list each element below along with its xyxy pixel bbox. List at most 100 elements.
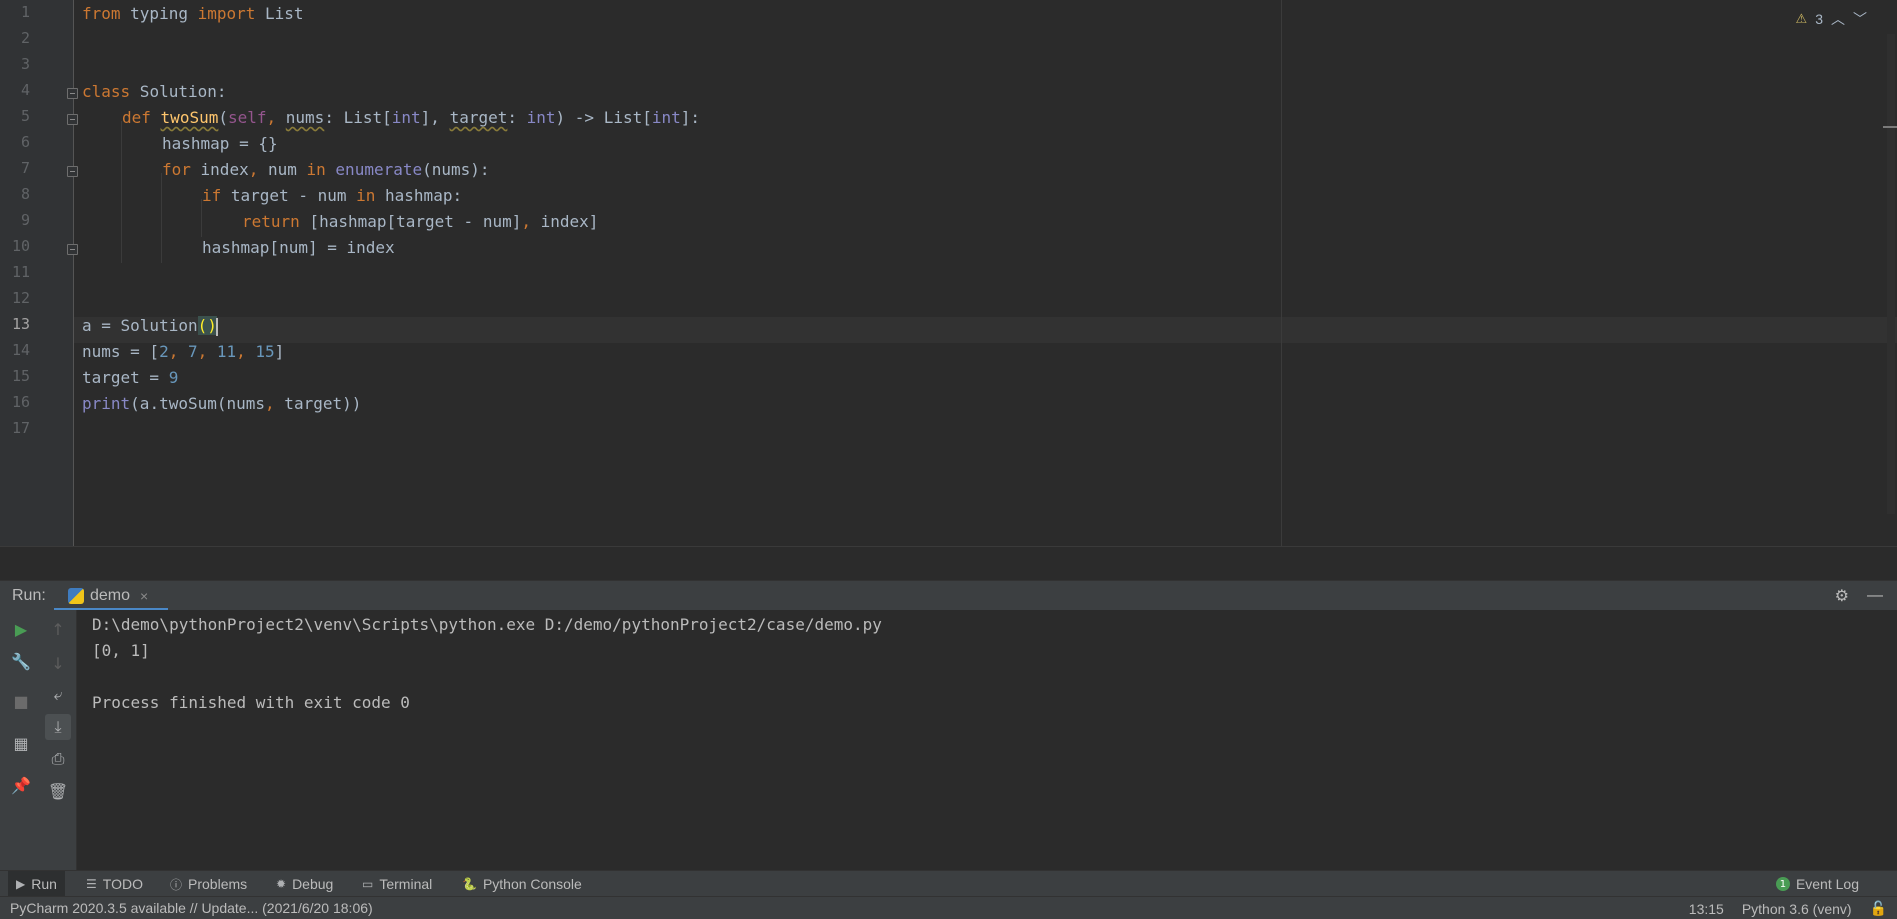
loop-var: num bbox=[258, 160, 307, 179]
type-hint: : List[ bbox=[324, 108, 392, 127]
line-number-gutter: 1 2 3 4 5 6 7 8 9 10 11 12 13 14 15 16 1… bbox=[0, 0, 78, 546]
layout-icon[interactable]: ▦ bbox=[8, 730, 34, 756]
previous-highlight-icon[interactable]: ︿ bbox=[1831, 9, 1845, 29]
import-name: List bbox=[255, 4, 304, 23]
wrench-icon[interactable]: 🔧 bbox=[8, 648, 34, 674]
fold-marker-icon[interactable] bbox=[67, 244, 78, 255]
warning-count: 3 bbox=[1815, 11, 1823, 27]
number: 9 bbox=[168, 368, 179, 387]
run-label: Run: bbox=[12, 587, 46, 604]
assignment: target = bbox=[82, 368, 169, 387]
close-icon[interactable]: × bbox=[140, 588, 148, 604]
tool-tab-python-console[interactable]: 🐍 Python Console bbox=[454, 871, 590, 897]
code-line-14: nums = [2, 7, 11, 15] bbox=[82, 339, 284, 365]
builtin-int: int bbox=[526, 108, 556, 127]
number: 15 bbox=[255, 342, 275, 361]
return-hint: ) -> List[ bbox=[555, 108, 652, 127]
line-number: 16 bbox=[11, 393, 30, 411]
line-number: 14 bbox=[11, 341, 30, 359]
update-notification[interactable]: PyCharm 2020.3.5 available // Update... … bbox=[10, 900, 373, 916]
keyword-class: class bbox=[82, 82, 131, 101]
rerun-play-icon[interactable]: ▶ bbox=[8, 616, 34, 642]
line-number: 15 bbox=[11, 367, 30, 385]
caret-position[interactable]: 13:15 bbox=[1689, 901, 1724, 917]
console-line: D:\demo\pythonProject2\venv\Scripts\pyth… bbox=[92, 615, 882, 634]
call-args: target)) bbox=[274, 394, 362, 413]
keyword-if: if bbox=[202, 186, 222, 205]
tool-tab-todo[interactable]: ☰ TODO bbox=[78, 871, 151, 897]
lock-icon[interactable]: 🔓 bbox=[1870, 900, 1887, 917]
call-args: (a.twoSum(nums bbox=[130, 394, 266, 413]
tool-tab-problems[interactable]: ⓘ Problems bbox=[162, 871, 255, 897]
event-log-button[interactable]: 1 Event Log bbox=[1775, 871, 1859, 897]
right-margin-guide bbox=[1281, 0, 1282, 546]
type-hint: ], bbox=[420, 108, 450, 127]
tool-tab-label: Run bbox=[31, 876, 57, 892]
scroll-to-end-icon[interactable]: ⤓ bbox=[45, 714, 71, 740]
scrollbar-marker bbox=[1883, 126, 1897, 128]
number: 11 bbox=[216, 342, 237, 361]
status-bar-right: 13:15 Python 3.6 (venv) 🔓 bbox=[1689, 900, 1887, 917]
up-arrow-icon[interactable]: ↑ bbox=[45, 616, 71, 642]
soft-wrap-icon[interactable]: ⤶ bbox=[45, 682, 71, 708]
code-line-10: hashmap[num] = index bbox=[202, 238, 395, 257]
expression: [hashmap[target - num] bbox=[299, 212, 522, 231]
tool-tab-label: TODO bbox=[102, 876, 143, 892]
tool-tab-terminal[interactable]: ▭ Terminal bbox=[354, 871, 440, 897]
current-line-highlight bbox=[74, 317, 1897, 343]
comma: , bbox=[521, 212, 531, 231]
minimize-icon[interactable]: — bbox=[1867, 587, 1883, 605]
assignment: nums = [ bbox=[82, 342, 160, 361]
call-args: (nums): bbox=[422, 160, 490, 179]
colon: : bbox=[507, 108, 527, 127]
code-line-9: return [hashmap[target - num], index] bbox=[242, 209, 598, 235]
run-window-body: ▶ 🔧 ■ ▦ 📌 ↑ ↓ ⤶ ⤓ ⎙ 🗑 D:\demo\pythonProj… bbox=[0, 610, 1897, 870]
builtin-int: int bbox=[651, 108, 681, 127]
python-interpreter[interactable]: Python 3.6 (venv) bbox=[1742, 901, 1852, 917]
fold-marker-icon[interactable] bbox=[67, 114, 78, 125]
print-icon[interactable]: ⎙ bbox=[45, 746, 71, 772]
type-hint-end: ]: bbox=[680, 108, 701, 127]
text-caret bbox=[215, 317, 218, 336]
inspection-widget[interactable]: ⚠ 3 ︿ ﹀ bbox=[1796, 9, 1867, 29]
fold-marker-icon[interactable] bbox=[67, 88, 78, 99]
line-number: 6 bbox=[20, 133, 30, 151]
number: 7 bbox=[187, 342, 198, 361]
module-name: typing bbox=[120, 4, 198, 23]
keyword-for: for bbox=[162, 160, 191, 179]
comma: , bbox=[266, 108, 286, 127]
editor-scrollbar[interactable] bbox=[1887, 34, 1895, 514]
expression: index] bbox=[531, 212, 599, 231]
warning-triangle-icon: ⚠ bbox=[1795, 11, 1808, 26]
code-line-6: hashmap = {} bbox=[162, 134, 278, 153]
pin-icon[interactable]: 📌 bbox=[8, 772, 34, 798]
code-line-15: target = 9 bbox=[82, 365, 178, 391]
run-console-output[interactable]: D:\demo\pythonProject2\venv\Scripts\pyth… bbox=[92, 610, 882, 724]
comma: , bbox=[265, 394, 275, 413]
next-highlight-icon[interactable]: ﹀ bbox=[1853, 9, 1867, 29]
tool-tab-debug[interactable]: ✹ Debug bbox=[268, 871, 341, 897]
builtin-enumerate: enumerate bbox=[335, 160, 423, 179]
run-tab-demo[interactable]: demo × bbox=[54, 581, 168, 611]
line-number: 3 bbox=[20, 55, 30, 73]
bracket: ] bbox=[274, 342, 285, 361]
fold-marker-icon[interactable] bbox=[67, 166, 78, 177]
info-circle-icon: ⓘ bbox=[170, 877, 183, 892]
comma: , bbox=[248, 160, 259, 179]
tool-tab-label: Debug bbox=[292, 876, 334, 892]
line-number: 2 bbox=[20, 29, 30, 47]
trash-icon[interactable]: 🗑 bbox=[45, 778, 71, 804]
code-editor[interactable]: 1 2 3 4 5 6 7 8 9 10 11 12 13 14 15 16 1… bbox=[0, 0, 1897, 546]
python-icon: 🐍 bbox=[462, 877, 477, 891]
console-line: [0, 1] bbox=[92, 641, 150, 660]
stop-icon[interactable]: ■ bbox=[8, 688, 34, 714]
line-number: 17 bbox=[11, 419, 30, 437]
tool-tab-run[interactable]: ▶ Run bbox=[8, 871, 65, 897]
down-arrow-icon[interactable]: ↓ bbox=[45, 650, 71, 676]
gear-icon[interactable]: ⚙ bbox=[1835, 586, 1849, 606]
keyword-in: in bbox=[306, 160, 326, 179]
source-code[interactable]: from typing import List class Solution: … bbox=[82, 0, 700, 475]
run-window-actions: ⚙ — bbox=[1835, 586, 1883, 606]
bug-icon: ✹ bbox=[276, 877, 287, 891]
